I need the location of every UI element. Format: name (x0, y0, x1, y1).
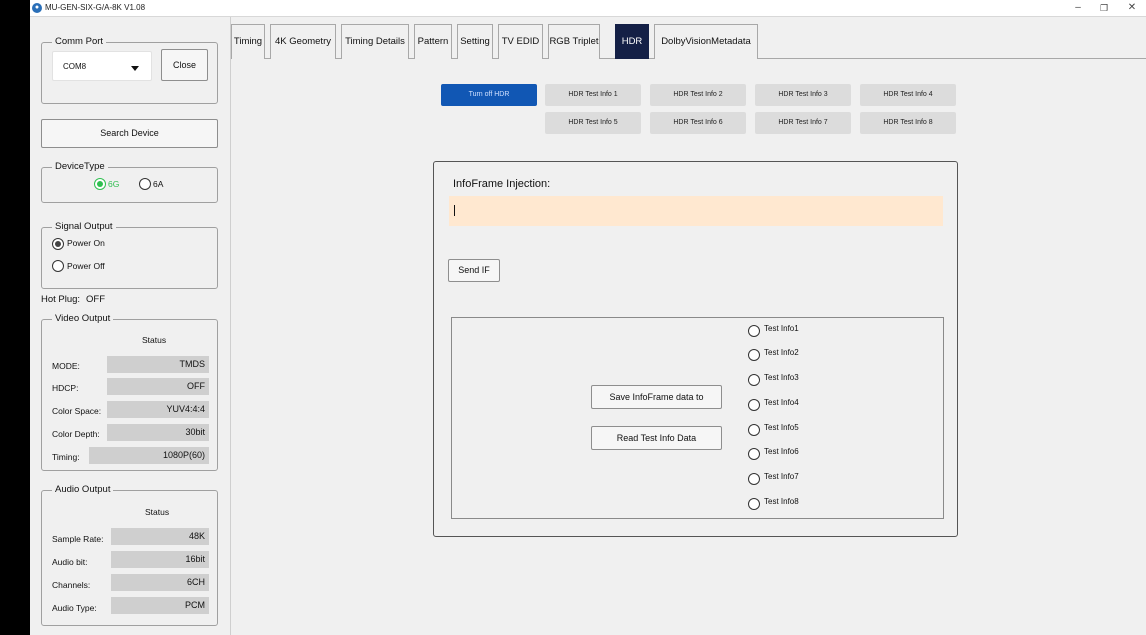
audio-row-label: Audio Type: (52, 603, 97, 613)
audio-row-label: Channels: (52, 580, 91, 590)
test-info4-radio[interactable] (748, 399, 760, 411)
video-timing-value: 1080P(60) (89, 447, 209, 464)
tab-pattern[interactable]: Pattern (414, 24, 452, 59)
audio-channels-value: 6CH (111, 574, 209, 591)
audio-output-group: Audio Output Status Sample Rate: 48K Aud… (41, 484, 218, 626)
device-6g-label: 6G (108, 179, 120, 189)
test-info2-radio[interactable] (748, 349, 760, 361)
test-info8-label: Test Info8 (764, 497, 799, 506)
test-info3-radio[interactable] (748, 374, 760, 386)
infoframe-injection-input[interactable] (449, 196, 943, 226)
test-info2-label: Test Info2 (764, 348, 799, 357)
device-type-group: DeviceType 6G 6A (41, 161, 218, 203)
tab-tv-edid[interactable]: TV EDID (498, 24, 543, 59)
hdr-test-info-4-button[interactable]: HDR Test Info 4 (860, 84, 956, 106)
hdr-test-info-6-button[interactable]: HDR Test Info 6 (650, 112, 746, 134)
hot-plug-label: Hot Plug: (41, 294, 81, 305)
panel-divider (230, 17, 231, 635)
minimize-button[interactable]: – (1066, 0, 1090, 17)
power-on-label: Power On (67, 238, 105, 248)
video-row-label: HDCP: (52, 383, 79, 393)
send-if-button[interactable]: Send IF (448, 259, 500, 282)
app-logo-icon: ● (32, 3, 42, 13)
infoframe-panel: InfoFrame Injection: Send IF Save InfoFr… (433, 161, 958, 537)
audio-row-label: Sample Rate: (52, 534, 104, 544)
signal-output-legend: Signal Output (52, 221, 116, 232)
video-hdcp-value: OFF (107, 378, 209, 395)
test-info7-radio[interactable] (748, 473, 760, 485)
text-caret (454, 205, 455, 216)
hdr-test-info-3-button[interactable]: HDR Test Info 3 (755, 84, 851, 106)
test-info-storage-group: Save InfoFrame data to Read Test Info Da… (451, 317, 944, 519)
audio-bit-value: 16bit (111, 551, 209, 568)
video-status-header: Status (142, 335, 167, 345)
save-infoframe-button[interactable]: Save InfoFrame data to (591, 385, 722, 409)
signal-output-group: Signal Output Power On Power Off (41, 221, 218, 289)
tab-bar: Timing 4K Geometry Timing Details Patter… (231, 17, 1146, 59)
audio-status-header: Status (145, 507, 170, 517)
test-info5-radio[interactable] (748, 424, 760, 436)
hdr-test-info-1-button[interactable]: HDR Test Info 1 (545, 84, 641, 106)
tab-timing-details[interactable]: Timing Details (341, 24, 409, 59)
video-row-label: Color Depth: (52, 429, 100, 439)
video-output-group: Video Output Status MODE: TMDS HDCP: OFF… (41, 313, 218, 471)
video-row-label: Color Space: (52, 406, 102, 416)
hot-plug-value: OFF (86, 294, 105, 305)
com-port-select[interactable]: COM8 (52, 51, 152, 81)
test-info4-label: Test Info4 (764, 398, 799, 407)
test-info5-label: Test Info5 (764, 423, 799, 432)
audio-type-value: PCM (111, 597, 209, 614)
app-window: ● MU-GEN-SIX-G/A-8K V1.08 – ❐ ✕ Comm Por… (30, 0, 1146, 635)
test-info6-label: Test Info6 (764, 447, 799, 456)
left-panel: Comm Port COM8 Close Search Device Devic… (30, 17, 230, 635)
window-title: MU-GEN-SIX-G/A-8K V1.08 (45, 3, 146, 12)
test-info6-radio[interactable] (748, 448, 760, 460)
device-type-legend: DeviceType (52, 161, 108, 172)
title-bar: ● MU-GEN-SIX-G/A-8K V1.08 – ❐ ✕ (30, 0, 1146, 17)
video-row-label: MODE: (52, 361, 80, 371)
device-6a-radio[interactable] (139, 178, 151, 190)
tab-rgb-triplet[interactable]: RGB Triplet (548, 24, 600, 59)
video-row-label: Timing: (52, 452, 80, 462)
infoframe-injection-title: InfoFrame Injection: (453, 178, 551, 190)
tab-hdr[interactable]: HDR (615, 24, 649, 59)
test-info8-radio[interactable] (748, 498, 760, 510)
close-window-button[interactable]: ✕ (1120, 0, 1144, 17)
read-test-info-button[interactable]: Read Test Info Data (591, 426, 722, 450)
video-color-space-value: YUV4:4:4 (107, 401, 209, 418)
tab-timing[interactable]: Timing (231, 24, 265, 59)
power-off-radio[interactable] (52, 260, 64, 272)
video-mode-value: TMDS (107, 356, 209, 373)
hdr-test-info-5-button[interactable]: HDR Test Info 5 (545, 112, 641, 134)
power-on-radio[interactable] (52, 238, 64, 250)
test-info1-radio[interactable] (748, 325, 760, 337)
tab-dolby-vision-metadata[interactable]: DolbyVisionMetadata (654, 24, 758, 59)
test-info1-label: Test Info1 (764, 324, 799, 333)
turn-off-hdr-button[interactable]: Turn off HDR (441, 84, 537, 106)
audio-sample-rate-value: 48K (111, 528, 209, 545)
comm-port-group: Comm Port COM8 Close (41, 36, 218, 104)
test-info7-label: Test Info7 (764, 472, 799, 481)
audio-output-legend: Audio Output (52, 484, 114, 495)
chevron-down-icon (131, 66, 139, 71)
hdr-test-info-2-button[interactable]: HDR Test Info 2 (650, 84, 746, 106)
search-device-button[interactable]: Search Device (41, 119, 218, 148)
test-info3-label: Test Info3 (764, 373, 799, 382)
device-6g-radio[interactable] (94, 178, 106, 190)
hdr-test-info-8-button[interactable]: HDR Test Info 8 (860, 112, 956, 134)
tab-4k-geometry[interactable]: 4K Geometry (270, 24, 336, 59)
close-port-button[interactable]: Close (161, 49, 208, 81)
video-color-depth-value: 30bit (107, 424, 209, 441)
power-off-label: Power Off (67, 261, 105, 271)
device-6a-label: 6A (153, 179, 164, 189)
restore-button[interactable]: ❐ (1092, 0, 1116, 17)
hdr-test-info-7-button[interactable]: HDR Test Info 7 (755, 112, 851, 134)
tab-setting[interactable]: Setting (457, 24, 493, 59)
com-port-value: COM8 (63, 62, 87, 71)
audio-row-label: Audio bit: (52, 557, 88, 567)
comm-port-legend: Comm Port (52, 36, 107, 47)
video-output-legend: Video Output (52, 313, 114, 324)
